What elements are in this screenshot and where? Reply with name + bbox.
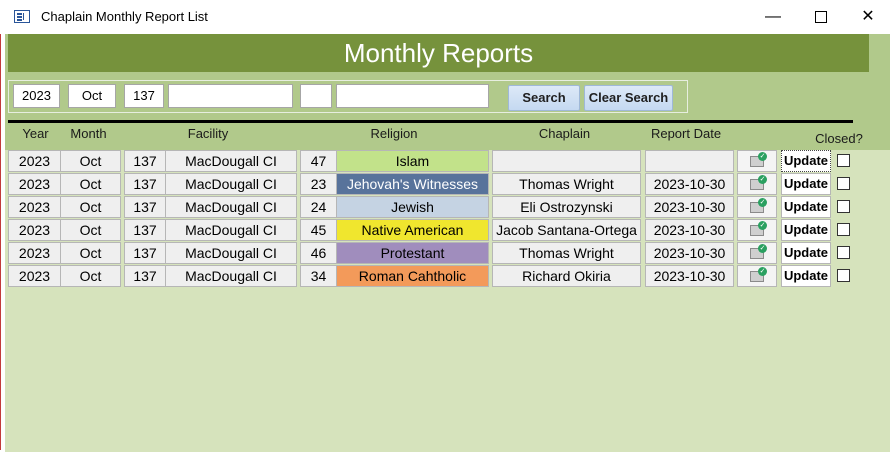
form-header: Monthly Reports 2023 Oct 137 Search Clea… bbox=[5, 34, 890, 150]
cell-facility[interactable]: MacDougall CI bbox=[165, 219, 297, 241]
check-icon: ✓ bbox=[758, 198, 767, 207]
cell-month[interactable]: Oct bbox=[60, 242, 121, 264]
open-report-button[interactable]: ✓ bbox=[737, 150, 777, 172]
search-religion-field[interactable] bbox=[336, 84, 489, 108]
column-header-religion: Religion bbox=[370, 126, 418, 141]
column-header-month: Month bbox=[70, 126, 107, 141]
title-bar: Chaplain Monthly Report List — ✕ bbox=[0, 0, 890, 34]
cell-report-date[interactable]: 2023-10-30 bbox=[645, 242, 734, 264]
cell-chaplain[interactable]: Richard Okiria bbox=[492, 265, 641, 287]
open-report-button[interactable]: ✓ bbox=[737, 242, 777, 264]
closed-checkbox[interactable] bbox=[837, 154, 850, 167]
cell-facility-id[interactable]: 137 bbox=[124, 242, 166, 264]
cell-chaplain[interactable]: Thomas Wright bbox=[492, 173, 641, 195]
cell-year[interactable]: 2023 bbox=[8, 242, 61, 264]
cell-report-date[interactable] bbox=[645, 150, 734, 172]
cell-religion-id[interactable]: 47 bbox=[300, 150, 337, 172]
cell-religion[interactable]: Roman Cahtholic bbox=[336, 265, 489, 287]
cell-facility-id[interactable]: 137 bbox=[124, 265, 166, 287]
closed-checkbox[interactable] bbox=[837, 200, 850, 213]
cell-report-date[interactable]: 2023-10-30 bbox=[645, 196, 734, 218]
open-report-button[interactable]: ✓ bbox=[737, 173, 777, 195]
update-button[interactable]: Update bbox=[781, 150, 831, 172]
cell-religion[interactable]: Native American bbox=[336, 219, 489, 241]
check-icon: ✓ bbox=[758, 244, 767, 253]
search-year-field[interactable]: 2023 bbox=[13, 84, 60, 108]
cell-religion-id[interactable]: 23 bbox=[300, 173, 337, 195]
column-header-year: Year bbox=[22, 126, 49, 141]
closed-checkbox[interactable] bbox=[837, 223, 850, 236]
update-button[interactable]: Update bbox=[781, 265, 831, 287]
check-icon: ✓ bbox=[758, 267, 767, 276]
open-report-button[interactable]: ✓ bbox=[737, 219, 777, 241]
column-header-closed: Closed? bbox=[815, 131, 863, 146]
search-facility-id-field[interactable]: 137 bbox=[124, 84, 164, 108]
column-header-chaplain: Chaplain bbox=[538, 126, 591, 141]
search-religion-id-field[interactable] bbox=[300, 84, 332, 108]
cell-report-date[interactable]: 2023-10-30 bbox=[645, 173, 734, 195]
update-button[interactable]: Update bbox=[781, 219, 831, 241]
search-button[interactable]: Search bbox=[508, 85, 580, 111]
search-month-field[interactable]: Oct bbox=[68, 84, 116, 108]
cell-facility[interactable]: MacDougall CI bbox=[165, 150, 297, 172]
cell-facility[interactable]: MacDougall CI bbox=[165, 173, 297, 195]
cell-year[interactable]: 2023 bbox=[8, 219, 61, 241]
check-icon: ✓ bbox=[758, 175, 767, 184]
cell-month[interactable]: Oct bbox=[60, 196, 121, 218]
cell-month[interactable]: Oct bbox=[60, 265, 121, 287]
cell-month[interactable]: Oct bbox=[60, 150, 121, 172]
cell-religion[interactable]: Islam bbox=[336, 150, 489, 172]
cell-religion-id[interactable]: 45 bbox=[300, 219, 337, 241]
open-report-button[interactable]: ✓ bbox=[737, 196, 777, 218]
cell-facility[interactable]: MacDougall CI bbox=[165, 196, 297, 218]
check-icon: ✓ bbox=[758, 152, 767, 161]
closed-checkbox[interactable] bbox=[837, 269, 850, 282]
closed-checkbox[interactable] bbox=[837, 177, 850, 190]
cell-year[interactable]: 2023 bbox=[8, 196, 61, 218]
cell-religion[interactable]: Jehovah's Witnesses bbox=[336, 173, 489, 195]
clear-search-button[interactable]: Clear Search bbox=[584, 85, 673, 111]
cell-facility-id[interactable]: 137 bbox=[124, 150, 166, 172]
update-button[interactable]: Update bbox=[781, 196, 831, 218]
cell-year[interactable]: 2023 bbox=[8, 173, 61, 195]
search-facility-field[interactable] bbox=[168, 84, 293, 108]
cell-religion-id[interactable]: 34 bbox=[300, 265, 337, 287]
cell-chaplain[interactable]: Thomas Wright bbox=[492, 242, 641, 264]
maximize-icon bbox=[815, 10, 827, 23]
cell-religion[interactable]: Jewish bbox=[336, 196, 489, 218]
update-button[interactable]: Update bbox=[781, 173, 831, 195]
column-header-facility: Facility bbox=[187, 126, 229, 141]
check-icon: ✓ bbox=[758, 221, 767, 230]
update-button[interactable]: Update bbox=[781, 242, 831, 264]
close-button[interactable]: ✕ bbox=[845, 4, 890, 30]
cell-facility-id[interactable]: 137 bbox=[124, 219, 166, 241]
column-header-report-date: Report Date bbox=[650, 126, 722, 141]
cell-month[interactable]: Oct bbox=[60, 173, 121, 195]
cell-facility[interactable]: MacDougall CI bbox=[165, 265, 297, 287]
cell-year[interactable]: 2023 bbox=[8, 265, 61, 287]
cell-religion[interactable]: Protestant bbox=[336, 242, 489, 264]
cell-religion-id[interactable]: 46 bbox=[300, 242, 337, 264]
closed-checkbox[interactable] bbox=[837, 246, 850, 259]
cell-report-date[interactable]: 2023-10-30 bbox=[645, 219, 734, 241]
cell-chaplain[interactable] bbox=[492, 150, 641, 172]
cell-religion-id[interactable]: 24 bbox=[300, 196, 337, 218]
page-title: Monthly Reports bbox=[8, 34, 869, 72]
cell-chaplain[interactable]: Jacob Santana-Ortega bbox=[492, 219, 641, 241]
cell-facility-id[interactable]: 137 bbox=[124, 173, 166, 195]
cell-report-date[interactable]: 2023-10-30 bbox=[645, 265, 734, 287]
open-report-button[interactable]: ✓ bbox=[737, 265, 777, 287]
cell-chaplain[interactable]: Eli Ostrozynski bbox=[492, 196, 641, 218]
cell-year[interactable]: 2023 bbox=[8, 150, 61, 172]
form-body: Monthly Reports 2023 Oct 137 Search Clea… bbox=[5, 34, 890, 452]
minimize-button[interactable]: — bbox=[750, 4, 796, 30]
cell-month[interactable]: Oct bbox=[60, 219, 121, 241]
cell-facility[interactable]: MacDougall CI bbox=[165, 242, 297, 264]
cell-facility-id[interactable]: 137 bbox=[124, 196, 166, 218]
header-divider bbox=[8, 120, 853, 123]
form-icon bbox=[14, 10, 30, 23]
window-title: Chaplain Monthly Report List bbox=[41, 9, 208, 24]
maximize-button[interactable] bbox=[798, 4, 844, 30]
